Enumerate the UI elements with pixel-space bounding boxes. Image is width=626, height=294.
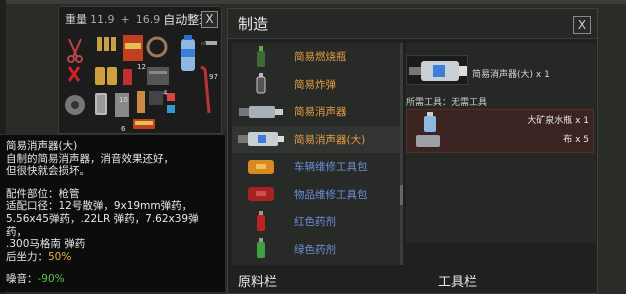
recipe-list: 简易燃烧瓶 简易炸弹 简易消声器 简易消声器(大) 车辆维修工具包 物品维修工具…	[232, 43, 400, 265]
item-tooltip: 简易消声器(大) 自制的简易消声器，消音效果还好， 但很快就会损坏。 配件部位：…	[0, 134, 225, 292]
tooltip-caliber-3: .300马格南 弹药	[6, 238, 86, 251]
crafting-title: 制造	[238, 15, 269, 33]
weight-current: 11.9	[90, 12, 115, 26]
inventory-panel: 重量 11.9 + 16.9 自动整理 X 12 10 4 6 97	[58, 6, 222, 134]
inventory-header: 重量 11.9 + 16.9 自动整理	[59, 7, 221, 31]
recipe-item-kit[interactable]: 物品维修工具包	[232, 181, 400, 209]
scissors-icon	[67, 38, 83, 63]
recipe-scrollbar[interactable]	[400, 43, 403, 265]
tools-required: 所需工具：无需工具	[406, 98, 488, 108]
output-name: 简易消声器(大) x 1	[472, 70, 550, 80]
item-count-4: 97	[209, 73, 218, 81]
rope-icon	[146, 36, 168, 58]
scrollbar-thumb[interactable]	[400, 185, 403, 205]
recipe-silencer[interactable]: 简易消声器	[232, 98, 400, 126]
vehicle-kit-icon	[232, 156, 290, 178]
weight-label: 重量	[65, 13, 87, 26]
bomb-icon	[232, 73, 290, 95]
footer-materials: 原料栏	[238, 275, 278, 290]
canned-food-icon	[95, 67, 117, 85]
tooltip-noise: 噪音：-90%	[6, 273, 65, 286]
recipe-bomb[interactable]: 简易炸弹	[232, 71, 400, 99]
snips-icon	[67, 66, 81, 82]
tooltip-title: 简易消声器(大)	[6, 140, 78, 152]
recipe-red-potion[interactable]: 红色药剂	[232, 208, 400, 236]
tooltip-desc-2: 但很快就会损坏。	[6, 165, 90, 178]
tooltip-recoil: 后坐力：50%	[6, 251, 219, 264]
weight-sep: +	[120, 12, 130, 26]
tooltip-slot: 配件部位：枪管	[6, 187, 80, 200]
recipe-detail: 简易消声器(大) x 1 所需工具：无需工具 大矿泉水瓶 x 1 布 x 5	[406, 43, 596, 243]
tooltip-caliber-1: 适配口径：12号散弹，9x19mm弹药，	[6, 200, 193, 213]
recipe-green-potion[interactable]: 绿色药剂	[232, 236, 400, 264]
recipe-label: 简易炸弹	[294, 78, 336, 91]
noise-value: -90%	[37, 273, 65, 286]
crafting-header: 制造	[228, 9, 597, 39]
tooltip-desc-1: 自制的简易消声器，消音效果还好，	[6, 152, 174, 165]
item-count-2: 4	[163, 89, 168, 97]
gear-part-icon	[147, 67, 169, 85]
tooltip-caliber-2: 5.56x45弹药，.22LR 弹药，7.62x39弹药，	[6, 212, 199, 238]
recipe-vehicle-kit[interactable]: 车辆维修工具包	[232, 153, 400, 181]
recipe-label: 简易消声器(大)	[294, 133, 366, 146]
ingredient-bottle: 大矿泉水瓶 x 1	[527, 116, 589, 126]
wheel-icon	[65, 95, 85, 115]
green-potion-icon	[232, 238, 290, 260]
crafting-window: 制造 X 简易燃烧瓶 简易炸弹 简易消声器 简易消声器(大) 车辆维修工具包 物…	[227, 8, 598, 294]
can-icon	[95, 93, 107, 115]
knife-icon	[201, 41, 217, 45]
recipe-label: 绿色药剂	[294, 243, 336, 256]
recipe-label: 车辆维修工具包	[294, 161, 368, 174]
output-silencer-icon	[406, 55, 468, 85]
bottle-icon	[424, 112, 436, 132]
silencer-large-icon	[232, 128, 290, 150]
molotov-icon	[232, 45, 290, 68]
crowbar-icon	[200, 65, 211, 114]
tool-icon	[137, 91, 175, 113]
silencer-icon	[232, 101, 290, 123]
recipe-label: 简易消声器	[294, 106, 347, 119]
inventory-close-button[interactable]: X	[201, 11, 218, 28]
footer-tools: 工具栏	[438, 275, 478, 290]
ingredient-cloth: 布 x 5	[563, 135, 589, 145]
cloth-icon	[416, 135, 440, 147]
ingredients-box: 大矿泉水瓶 x 1 布 x 5	[406, 109, 594, 153]
recoil-value: 50%	[48, 250, 72, 263]
ammo-box-icon	[123, 35, 143, 61]
red-can-icon	[123, 69, 132, 85]
weight-capacity: 16.9	[135, 12, 161, 26]
recipe-silencer-large[interactable]: 简易消声器(大)	[232, 125, 400, 153]
item-kit-icon	[232, 183, 290, 205]
crafting-close-button[interactable]: X	[573, 16, 591, 34]
noise-label: 噪音：	[6, 273, 38, 286]
water-bottle-icon	[181, 35, 195, 71]
item-count-1: 10	[119, 96, 128, 104]
inventory-grid[interactable]	[63, 33, 219, 131]
recipe-label: 物品维修工具包	[294, 188, 368, 201]
recipe-label: 简易燃烧瓶	[294, 51, 347, 64]
recoil-label: 后坐力：	[6, 250, 48, 263]
recipe-label: 红色药剂	[294, 216, 336, 229]
red-potion-icon	[232, 210, 290, 233]
recipe-molotov[interactable]: 简易燃烧瓶	[232, 43, 400, 71]
item-count-3: 6	[121, 125, 126, 133]
ammo-box-2-icon	[133, 119, 155, 129]
item-count-0: 12	[137, 63, 146, 71]
bullet-icon	[97, 37, 116, 51]
